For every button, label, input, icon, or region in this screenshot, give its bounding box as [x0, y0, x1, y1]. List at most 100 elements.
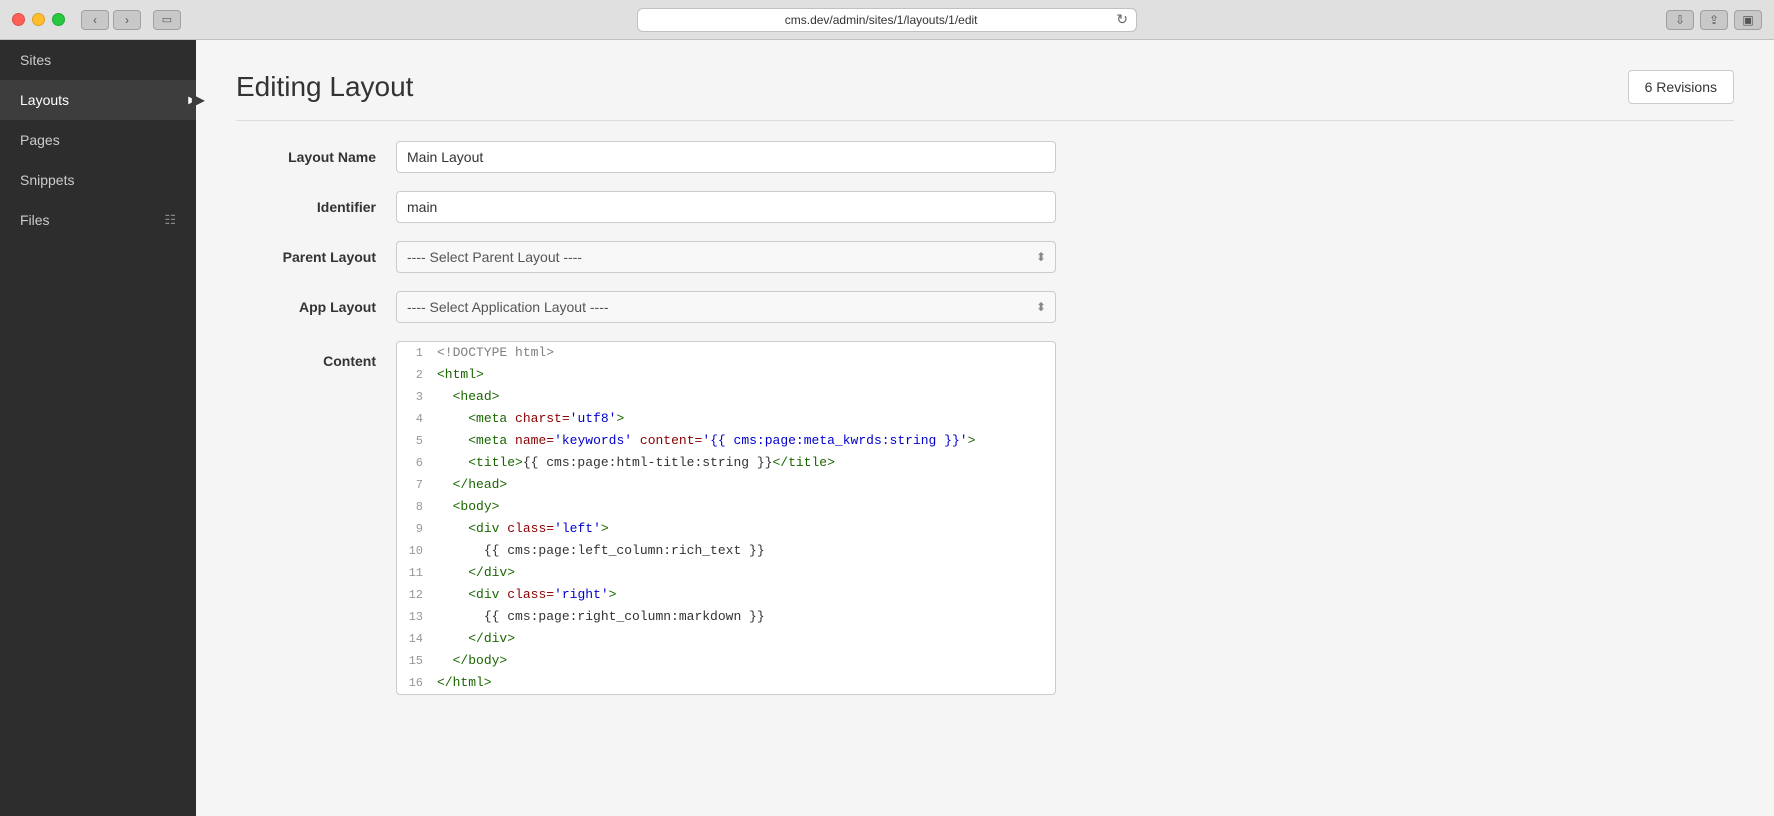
sidebar: Sites Layouts ▶ Pages Snippets Files ☷ — [0, 40, 196, 816]
line-content: <head> — [433, 386, 1055, 408]
app-container: Sites Layouts ▶ Pages Snippets Files ☷ E… — [0, 40, 1774, 816]
layout-name-label: Layout Name — [236, 141, 396, 165]
line-content: </body> — [433, 650, 1055, 672]
code-line: 5 <meta name='keywords' content='{{ cms:… — [397, 430, 1055, 452]
code-line: 6 <title>{{ cms:page:html-title:string }… — [397, 452, 1055, 474]
list-icon: ☷ — [164, 212, 176, 228]
app-layout-row: App Layout ---- Select Application Layou… — [236, 291, 1056, 323]
download-button[interactable]: ⇩ — [1666, 10, 1694, 30]
code-line: 16</html> — [397, 672, 1055, 694]
revisions-button[interactable]: 6 Revisions — [1628, 70, 1734, 104]
identifier-input[interactable] — [396, 191, 1056, 223]
sidebar-pages-label: Pages — [20, 132, 60, 148]
sidebar-files-label: Files — [20, 212, 50, 228]
code-line: 2<html> — [397, 364, 1055, 386]
code-line: 14 </div> — [397, 628, 1055, 650]
line-content: {{ cms:page:right_column:markdown }} — [433, 606, 1055, 628]
back-button[interactable]: ‹ — [81, 10, 109, 30]
line-number: 3 — [397, 386, 433, 408]
parent-layout-select[interactable]: ---- Select Parent Layout ---- — [396, 241, 1056, 273]
code-line: 8 <body> — [397, 496, 1055, 518]
minimize-button[interactable] — [32, 13, 45, 26]
layout-name-field — [396, 141, 1056, 173]
sidebar-item-pages[interactable]: Pages — [0, 120, 196, 160]
sidebar-layouts-label: Layouts — [20, 92, 69, 108]
code-line: 7 </head> — [397, 474, 1055, 496]
parent-layout-row: Parent Layout ---- Select Parent Layout … — [236, 241, 1056, 273]
code-line: 13 {{ cms:page:right_column:markdown }} — [397, 606, 1055, 628]
window-right-buttons: ⇩ ⇪ ▣ — [1666, 10, 1762, 30]
url-text: cms.dev/admin/sites/1/layouts/1/edit — [646, 13, 1116, 27]
line-number: 4 — [397, 408, 433, 430]
line-number: 8 — [397, 496, 433, 518]
page-header: Editing Layout 6 Revisions — [236, 70, 1734, 121]
sidebar-item-sites[interactable]: Sites — [0, 40, 196, 80]
sidebar-item-files[interactable]: Files ☷ — [0, 200, 196, 240]
content-row: Content 1<!DOCTYPE html>2<html>3 <head>4… — [236, 341, 1056, 695]
line-content: {{ cms:page:left_column:rich_text }} — [433, 540, 1055, 562]
code-line: 3 <head> — [397, 386, 1055, 408]
line-content: <body> — [433, 496, 1055, 518]
form-container: Layout Name Identifier Parent Layout — [236, 141, 1056, 695]
address-bar-container: cms.dev/admin/sites/1/layouts/1/edit ↻ — [0, 8, 1774, 32]
line-number: 11 — [397, 562, 433, 584]
line-content: </div> — [433, 562, 1055, 584]
parent-layout-field: ---- Select Parent Layout ---- — [396, 241, 1056, 273]
line-number: 14 — [397, 628, 433, 650]
code-editor[interactable]: 1<!DOCTYPE html>2<html>3 <head>4 <meta c… — [396, 341, 1056, 695]
line-content: </html> — [433, 672, 1055, 694]
sidebar-active-wrapper: Layouts ▶ — [0, 80, 196, 120]
reload-button[interactable]: ↻ — [1116, 11, 1128, 28]
code-line: 11 </div> — [397, 562, 1055, 584]
line-number: 1 — [397, 342, 433, 364]
line-content: <div class='left'> — [433, 518, 1055, 540]
line-content: <div class='right'> — [433, 584, 1055, 606]
nav-buttons: ‹ › — [81, 10, 141, 30]
address-bar[interactable]: cms.dev/admin/sites/1/layouts/1/edit ↻ — [637, 8, 1137, 32]
traffic-lights — [12, 13, 65, 26]
main-content: Editing Layout 6 Revisions Layout Name I… — [196, 40, 1774, 816]
line-number: 6 — [397, 452, 433, 474]
close-button[interactable] — [12, 13, 25, 26]
sidebar-toggle-button[interactable]: ▭ — [153, 10, 181, 30]
line-number: 13 — [397, 606, 433, 628]
line-number: 5 — [397, 430, 433, 452]
sidebar-item-snippets[interactable]: Snippets — [0, 160, 196, 200]
line-number: 7 — [397, 474, 433, 496]
line-content: <meta charst='utf8'> — [433, 408, 1055, 430]
line-number: 16 — [397, 672, 433, 694]
line-number: 10 — [397, 540, 433, 562]
code-line: 9 <div class='left'> — [397, 518, 1055, 540]
app-layout-field: ---- Select Application Layout ---- — [396, 291, 1056, 323]
app-layout-select[interactable]: ---- Select Application Layout ---- — [396, 291, 1056, 323]
code-line: 15 </body> — [397, 650, 1055, 672]
line-content: <meta name='keywords' content='{{ cms:pa… — [433, 430, 1055, 452]
active-arrow-icon: ▶ — [191, 90, 205, 111]
line-content: <html> — [433, 364, 1055, 386]
layout-name-input[interactable] — [396, 141, 1056, 173]
sidebar-sites-label: Sites — [20, 52, 51, 68]
parent-layout-select-wrapper: ---- Select Parent Layout ---- — [396, 241, 1056, 273]
content-label: Content — [236, 341, 396, 369]
new-tab-button[interactable]: ▣ — [1734, 10, 1762, 30]
code-line: 10 {{ cms:page:left_column:rich_text }} — [397, 540, 1055, 562]
sidebar-item-layouts[interactable]: Layouts ▶ — [0, 80, 196, 120]
line-number: 2 — [397, 364, 433, 386]
maximize-button[interactable] — [52, 13, 65, 26]
identifier-label: Identifier — [236, 191, 396, 215]
app-layout-select-wrapper: ---- Select Application Layout ---- — [396, 291, 1056, 323]
identifier-field — [396, 191, 1056, 223]
page-title: Editing Layout — [236, 71, 413, 103]
app-layout-label: App Layout — [236, 291, 396, 315]
line-content: <!DOCTYPE html> — [433, 342, 1055, 364]
sidebar-snippets-label: Snippets — [20, 172, 74, 188]
line-content: </div> — [433, 628, 1055, 650]
share-button[interactable]: ⇪ — [1700, 10, 1728, 30]
line-number: 9 — [397, 518, 433, 540]
layout-name-row: Layout Name — [236, 141, 1056, 173]
window-chrome: ‹ › ▭ cms.dev/admin/sites/1/layouts/1/ed… — [0, 0, 1774, 40]
line-content: </head> — [433, 474, 1055, 496]
code-line: 1<!DOCTYPE html> — [397, 342, 1055, 364]
forward-button[interactable]: › — [113, 10, 141, 30]
content-field: 1<!DOCTYPE html>2<html>3 <head>4 <meta c… — [396, 341, 1056, 695]
